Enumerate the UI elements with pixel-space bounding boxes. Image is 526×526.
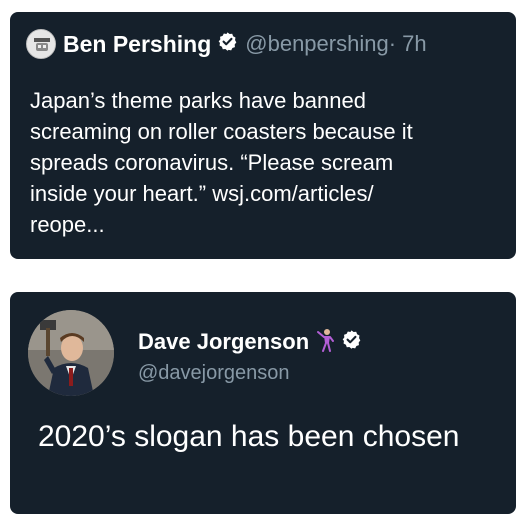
tweet-header: Dave Jorgenson bbox=[138, 328, 362, 356]
tweet-card-dave-jorgenson[interactable]: Dave Jorgenson @davejorgenson 2020’s slo… bbox=[10, 292, 516, 514]
tweet-text-line: screaming on roller coasters because it bbox=[30, 119, 413, 144]
tweet-text-line: Japan’s theme parks have banned bbox=[30, 88, 366, 113]
author-name[interactable]: Ben Pershing bbox=[63, 31, 211, 58]
article-link[interactable]: wsj.com/articles/ bbox=[212, 181, 373, 206]
tweet-header: Ben Pershing @benpershing · 7h bbox=[26, 29, 427, 59]
tweet-timestamp[interactable]: · 7h bbox=[389, 31, 427, 57]
tweet-text: 2020’s slogan has been chosen bbox=[38, 420, 460, 453]
tweet-text-line: inside your heart.” bbox=[30, 181, 213, 206]
verified-badge-icon bbox=[341, 329, 362, 355]
author-handle[interactable]: @davejorgenson bbox=[138, 362, 290, 385]
avatar[interactable] bbox=[28, 310, 114, 396]
author-name[interactable]: Dave Jorgenson bbox=[138, 329, 309, 355]
tweet-text-line: spreads coronavirus. “Please scream bbox=[30, 150, 394, 175]
avatar[interactable] bbox=[26, 29, 56, 59]
tweet-card-ben-pershing[interactable]: Ben Pershing @benpershing · 7h Japan’s t… bbox=[10, 12, 516, 259]
tweet-text: Japan’s theme parks have banned screamin… bbox=[30, 85, 510, 240]
author-handle[interactable]: @benpershing bbox=[245, 31, 388, 57]
article-link-continued[interactable]: reope... bbox=[30, 212, 105, 237]
person-dancing-emoji-icon bbox=[315, 328, 335, 357]
verified-badge-icon bbox=[217, 31, 238, 57]
